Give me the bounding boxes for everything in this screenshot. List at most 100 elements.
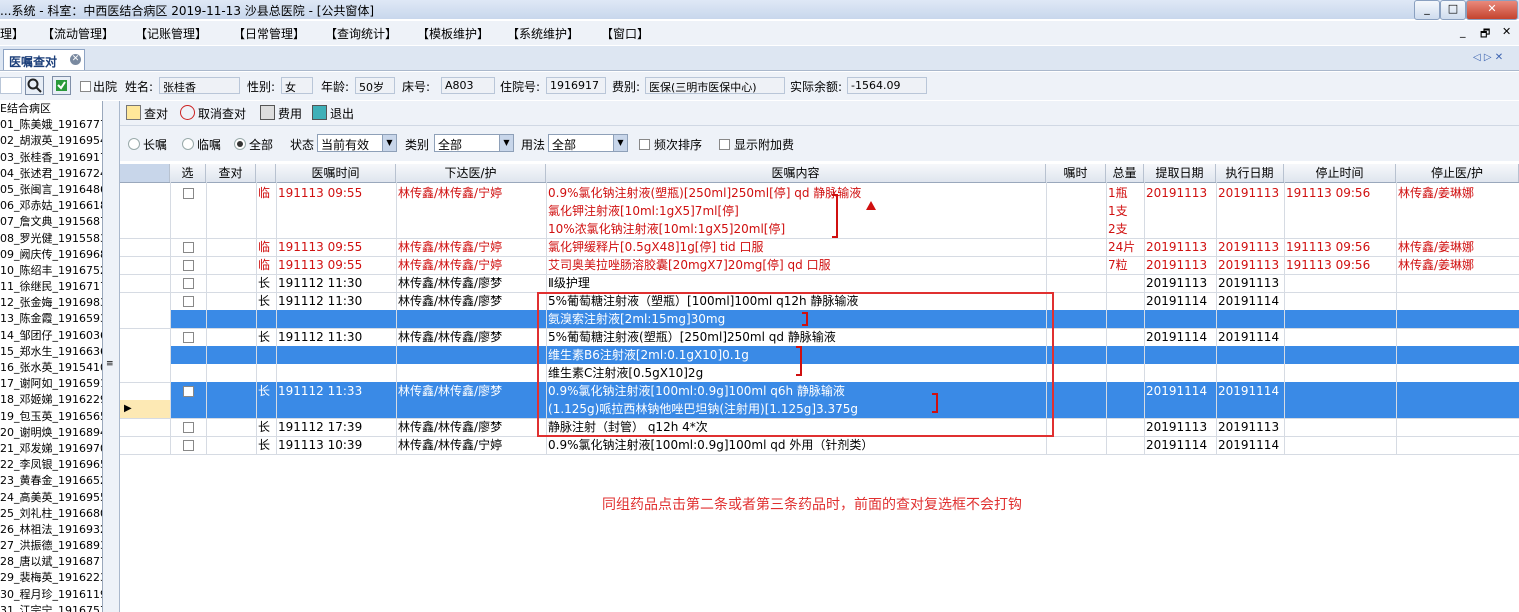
col-select[interactable]: 选 bbox=[170, 164, 206, 182]
col-checked[interactable]: 查对 bbox=[206, 164, 256, 182]
patient-list-item[interactable]: 22_李凤银_1916965 bbox=[0, 457, 102, 473]
select-checkbox[interactable] bbox=[183, 296, 194, 307]
sidebar-splitter[interactable]: ≡ bbox=[103, 101, 120, 612]
order-type: 长 bbox=[258, 420, 271, 434]
patient-list-item[interactable]: 01_陈美娥_1916777 bbox=[0, 117, 102, 133]
row-pointer-icon: ▶ bbox=[124, 403, 132, 414]
check-button[interactable]: 查对 bbox=[126, 105, 168, 122]
patient-list-item[interactable]: 26_林祖法_1916932 bbox=[0, 522, 102, 538]
mdi-close-icon[interactable]: ✕ bbox=[1502, 25, 1511, 38]
patient-list-item[interactable]: 11_徐继民_1916717 bbox=[0, 279, 102, 295]
refresh-button[interactable] bbox=[52, 76, 71, 95]
long-order-radio[interactable] bbox=[128, 138, 140, 150]
patient-list-item[interactable]: 06_邓赤姑_1916618 bbox=[0, 198, 102, 214]
exit-button[interactable]: 退出 bbox=[312, 105, 354, 122]
tab-order-check[interactable]: 医嘱查对 ✕ bbox=[3, 49, 85, 70]
patient-list-item[interactable]: 04_张述君_1916724 bbox=[0, 166, 102, 182]
mdi-restore-icon[interactable]: 🗗 bbox=[1480, 25, 1490, 44]
patient-list-item[interactable]: 05_张闽言_1916486 bbox=[0, 182, 102, 198]
all-order-radio[interactable] bbox=[234, 138, 246, 150]
search-button[interactable] bbox=[25, 76, 44, 95]
patient-list-item[interactable]: 21_邓发娣_1916970 bbox=[0, 441, 102, 457]
patient-list-item[interactable]: 24_高美英_1916955 bbox=[0, 490, 102, 506]
select-checkbox[interactable] bbox=[183, 440, 194, 451]
table-row[interactable]: 临 191113 09:55 林传鑫/林传鑫/宁婷 0.9%氯化钠注射液(塑瓶)[25… bbox=[120, 184, 1519, 238]
patient-list-item[interactable]: 12_张金娒_1916983 bbox=[0, 295, 102, 311]
col-total[interactable]: 总量 bbox=[1106, 164, 1144, 182]
menu-item-daily[interactable]: 【日常管理】 bbox=[233, 25, 305, 42]
col-instruction[interactable]: 嘱时 bbox=[1046, 164, 1106, 182]
tab-close-icon[interactable]: ✕ bbox=[70, 54, 81, 65]
col-stop-time[interactable]: 停止时间 bbox=[1284, 164, 1396, 182]
patient-list-item[interactable]: 16_张水英_1915410 bbox=[0, 360, 102, 376]
close-button[interactable]: ✕ bbox=[1466, 0, 1518, 20]
col-type[interactable] bbox=[256, 164, 276, 182]
col-extract-date[interactable]: 提取日期 bbox=[1144, 164, 1216, 182]
patient-list-item[interactable]: 23_黄春金_1916652 bbox=[0, 473, 102, 489]
select-checkbox[interactable] bbox=[183, 188, 194, 199]
patient-list-item[interactable]: 28_唐以斌_1916877 bbox=[0, 554, 102, 570]
mdi-minimize-icon[interactable]: _ bbox=[1460, 25, 1466, 38]
select-checkbox[interactable] bbox=[183, 242, 194, 253]
select-checkbox[interactable] bbox=[183, 260, 194, 271]
show-extra-checkbox[interactable] bbox=[719, 139, 730, 150]
menu-item-patient[interactable]: 理】 bbox=[0, 25, 24, 42]
stop-time: 191113 09:56 bbox=[1286, 240, 1371, 254]
table-row[interactable]: 临 191113 09:55 林传鑫/林传鑫/宁婷 氯化钾缓释片[0.5gX48]1g… bbox=[120, 238, 1519, 256]
select-checkbox[interactable] bbox=[183, 278, 194, 289]
patient-list-item[interactable]: 18_邓姬娣_1916229 bbox=[0, 392, 102, 408]
patient-list: E结合病区 01_陈美娥_1916777 02_胡淑英_1916954 03_张桂香… bbox=[0, 101, 103, 612]
col-doctor[interactable]: 下达医/护 bbox=[396, 164, 546, 182]
minimize-button[interactable]: _ bbox=[1414, 0, 1440, 20]
patient-list-item[interactable]: 10_陈绍丰_1916752 bbox=[0, 263, 102, 279]
patient-list-item[interactable]: 03_张桂香_1916917 bbox=[0, 150, 102, 166]
patient-list-item[interactable]: 07_詹文典_1915687 bbox=[0, 214, 102, 230]
patient-list-item[interactable]: 02_胡淑英_1916954 bbox=[0, 133, 102, 149]
table-row[interactable]: 临 191113 09:55 林传鑫/林传鑫/宁婷 艾司奥美拉唑肠溶胶囊[20mgX7… bbox=[120, 256, 1519, 274]
exec-date: 20191114 bbox=[1218, 294, 1280, 308]
uncheck-button[interactable]: 取消查对 bbox=[180, 105, 246, 122]
splitter-grip[interactable]: ≡ bbox=[106, 359, 114, 369]
col-order-time[interactable]: 医嘱时间 bbox=[276, 164, 396, 182]
menu-item-template[interactable]: 【模板维护】 bbox=[417, 25, 489, 42]
col-content[interactable]: 医嘱内容 bbox=[546, 164, 1046, 182]
menu-item-billing[interactable]: 【记账管理】 bbox=[135, 25, 207, 42]
patient-list-item[interactable]: 27_洪振德_1916893 bbox=[0, 538, 102, 554]
select-checkbox[interactable] bbox=[183, 386, 194, 397]
menu-item-system[interactable]: 【系统维护】 bbox=[507, 25, 579, 42]
patient-list-item[interactable]: 30_程月珍_1916119 bbox=[0, 587, 102, 603]
status-select[interactable]: 当前有效 ▼ bbox=[317, 134, 397, 152]
freq-sort-checkbox[interactable] bbox=[639, 139, 650, 150]
col-exec-date[interactable]: 执行日期 bbox=[1216, 164, 1284, 182]
patient-list-item[interactable]: 17_谢阿如_1916591 bbox=[0, 376, 102, 392]
order-time: 191112 11:30 bbox=[278, 294, 363, 308]
usage-select[interactable]: 全部 ▼ bbox=[548, 134, 628, 152]
patient-list-item[interactable]: 08_罗光健_1915583 bbox=[0, 231, 102, 247]
patient-list-item[interactable]: 13_陈金霞_1916593 bbox=[0, 311, 102, 327]
patient-list-item[interactable]: 29_裴梅英_1916223 bbox=[0, 570, 102, 586]
select-checkbox[interactable] bbox=[183, 332, 194, 343]
cost-button[interactable]: 费用 bbox=[260, 105, 302, 122]
patient-list-item[interactable]: 14_邹团仔_1916036 bbox=[0, 328, 102, 344]
show-extra-label: 显示附加费 bbox=[734, 138, 795, 152]
col-stop-doctor[interactable]: 停止医/护 bbox=[1396, 164, 1519, 182]
order-content-line: 氯化钾注射液[10ml:1gX5]7ml[停] bbox=[548, 204, 739, 218]
discharge-checkbox[interactable] bbox=[80, 81, 91, 92]
table-row[interactable]: 长 191113 10:39 林传鑫/林传鑫/宁婷 0.9%氯化钠注射液[100ml:… bbox=[120, 436, 1519, 454]
patient-list-item[interactable]: 09_阙庆传_1916968 bbox=[0, 247, 102, 263]
menu-item-flow[interactable]: 【流动管理】 bbox=[42, 25, 114, 42]
tab-nav-icons[interactable]: ◁ ▷ ✕ bbox=[1473, 52, 1503, 63]
menu-item-window[interactable]: 【窗口】 bbox=[601, 25, 649, 42]
patient-list-item[interactable]: 15_郑水生_1916636 bbox=[0, 344, 102, 360]
patient-search-input[interactable] bbox=[0, 77, 22, 94]
patient-list-item[interactable]: 25_刘礼柱_1916680 bbox=[0, 506, 102, 522]
patient-list-item[interactable]: 31_江宗宁_1916757 bbox=[0, 603, 102, 612]
patient-list-item[interactable]: 19_包玉英_1916565 bbox=[0, 409, 102, 425]
category-select[interactable]: 全部 ▼ bbox=[434, 134, 514, 152]
maximize-button[interactable]: □ bbox=[1440, 0, 1466, 20]
menu-item-query[interactable]: 【查询统计】 bbox=[325, 25, 397, 42]
table-row[interactable]: 长 191112 11:30 林传鑫/林传鑫/廖梦 Ⅱ级护理 20191113 20191… bbox=[120, 274, 1519, 292]
select-checkbox[interactable] bbox=[183, 422, 194, 433]
patient-list-item[interactable]: 20_谢明焕_1916894 bbox=[0, 425, 102, 441]
temp-order-radio[interactable] bbox=[182, 138, 194, 150]
